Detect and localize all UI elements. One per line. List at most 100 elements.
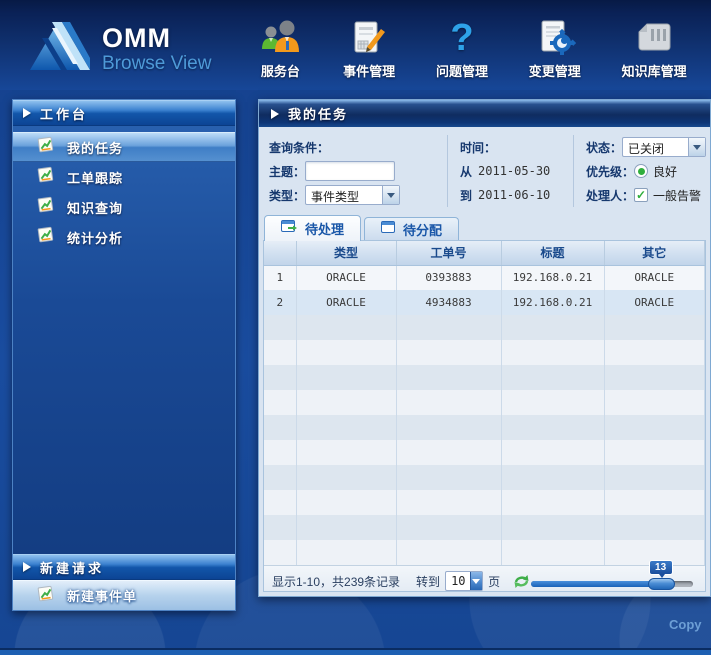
- tab-strip: 待处理 待分配: [259, 213, 710, 240]
- priority-radio[interactable]: [634, 164, 648, 178]
- section-title: 新建请求: [40, 558, 104, 577]
- chevron-down-icon[interactable]: [688, 138, 705, 156]
- tab-label: 待处理: [305, 219, 344, 238]
- workbench-items: 我的任务 工单跟踪 知识查询 统计分析: [13, 126, 235, 252]
- handler-label: 处理人：: [586, 187, 634, 204]
- to-date-value[interactable]: 2011-06-10: [478, 188, 550, 202]
- subject-input[interactable]: [305, 161, 395, 181]
- sidebar-section-new-request[interactable]: 新建请求: [13, 554, 235, 580]
- col-header-title[interactable]: 标题: [501, 241, 604, 265]
- chart-page-icon: [37, 136, 55, 158]
- sidebar-section-workbench[interactable]: 工作台: [13, 100, 235, 126]
- document-pencil-icon: [349, 17, 389, 59]
- arrow-right-icon: [23, 562, 31, 572]
- sidebar-item-statistics[interactable]: 统计分析: [13, 222, 235, 252]
- handler-checkbox[interactable]: ✓: [634, 188, 648, 202]
- chevron-down-icon[interactable]: [382, 186, 399, 204]
- footer-bar: [0, 648, 711, 655]
- tab-pending[interactable]: 待处理: [264, 215, 361, 241]
- tab-unassigned[interactable]: 待分配: [364, 217, 459, 240]
- sidebar-item-order-tracking[interactable]: 工单跟踪: [13, 162, 235, 192]
- book-icon: [633, 17, 675, 59]
- arrow-right-icon: [23, 108, 31, 118]
- goto-label: 转到: [416, 573, 440, 590]
- window-arrow-icon: [281, 220, 298, 237]
- table-empty-row: [264, 365, 705, 390]
- people-icon: [258, 17, 302, 59]
- slider-value-badge: 13: [649, 560, 673, 575]
- brand-subtitle: Browse View: [102, 54, 211, 73]
- from-label: 从: [460, 163, 472, 180]
- nav-item-service-desk[interactable]: 服务台: [258, 17, 302, 84]
- slider-handle[interactable]: [648, 578, 675, 590]
- page-size-select[interactable]: 10: [445, 571, 483, 591]
- col-header-order-no[interactable]: 工单号: [396, 241, 501, 265]
- radio-dot-icon: [638, 168, 645, 175]
- table-row[interactable]: 1 ORACLE 0393883 192.168.0.21 ORACLE: [264, 265, 705, 290]
- nav-label: 知识库管理: [622, 61, 687, 80]
- chart-page-icon: [37, 585, 55, 607]
- record-summary: 显示1-10，共239条记录: [272, 573, 400, 590]
- check-icon: ✓: [636, 189, 646, 201]
- top-header: OMM Browse View 服务台: [0, 0, 711, 90]
- app-logo: OMM Browse View: [28, 20, 211, 77]
- status-label: 状态：: [586, 139, 622, 156]
- table-empty-row: [264, 465, 705, 490]
- status-select[interactable]: 已关闭: [622, 137, 706, 157]
- copyright-text: Copy: [669, 617, 702, 632]
- window-icon: [381, 221, 396, 238]
- nav-item-change-mgmt[interactable]: 变更管理: [529, 17, 581, 84]
- slider-fill: [531, 581, 664, 587]
- table-row[interactable]: 2 ORACLE 4934883 192.168.0.21 ORACLE: [264, 290, 705, 315]
- sidebar: 工作台 我的任务 工单跟踪 知识查询 统计分析: [12, 99, 236, 611]
- chart-page-icon: [37, 226, 55, 248]
- refresh-icon[interactable]: [512, 573, 531, 590]
- from-date-value[interactable]: 2011-05-30: [478, 164, 550, 178]
- table-empty-row: [264, 390, 705, 415]
- nav-item-incident-mgmt[interactable]: 事件管理: [343, 17, 395, 84]
- chart-page-icon: [37, 166, 55, 188]
- handler-value: 一般告警: [653, 187, 701, 204]
- brand-title: OMM: [102, 25, 211, 52]
- tab-content: 类型 工单号 标题 其它 1 ORACLE 0393883 192.168.0.…: [263, 240, 706, 592]
- tab-label: 待分配: [403, 220, 442, 239]
- table-empty-row: [264, 440, 705, 465]
- arrow-right-icon: [271, 109, 279, 119]
- time-label: 时间：: [460, 139, 496, 156]
- table-empty-row: [264, 415, 705, 440]
- section-title: 工作台: [40, 104, 88, 123]
- top-nav: 服务台 事件管理 ? 问题管理: [238, 14, 707, 84]
- page-title: 我的任务: [288, 104, 348, 123]
- sidebar-spacer: [13, 252, 235, 554]
- col-header-type[interactable]: 类型: [296, 241, 396, 265]
- nav-label: 事件管理: [343, 61, 395, 80]
- col-header-other[interactable]: 其它: [604, 241, 705, 265]
- nav-item-knowledge-base[interactable]: 知识库管理: [622, 17, 687, 84]
- sidebar-item-knowledge-query[interactable]: 知识查询: [13, 192, 235, 222]
- sidebar-item-my-tasks[interactable]: 我的任务: [13, 132, 235, 162]
- nav-label: 服务台: [261, 61, 300, 80]
- table-header-row: 类型 工单号 标题 其它: [264, 241, 705, 265]
- page-label: 页: [488, 573, 500, 590]
- table-empty-row: [264, 490, 705, 515]
- main-panel: 我的任务 查询条件： 主题： 类型： 事件类型 时间： 从 2011-05-30: [258, 99, 711, 597]
- sidebar-item-new-incident[interactable]: 新建事件单: [13, 580, 235, 610]
- table-empty-row: [264, 515, 705, 540]
- logo-triangle-icon: [28, 20, 92, 77]
- col-header-index[interactable]: [264, 241, 296, 265]
- table-empty-row: [264, 340, 705, 365]
- document-gear-icon: [534, 17, 576, 59]
- table-empty-row: [264, 540, 705, 565]
- type-select[interactable]: 事件类型: [305, 185, 400, 205]
- subject-label: 主题：: [269, 163, 305, 180]
- query-section-label: 查询条件：: [269, 139, 329, 156]
- chart-page-icon: [37, 196, 55, 218]
- page-slider[interactable]: 13: [531, 568, 693, 592]
- nav-label: 变更管理: [529, 61, 581, 80]
- nav-item-problem-mgmt[interactable]: ? 问题管理: [436, 17, 488, 84]
- question-icon: ?: [450, 17, 473, 59]
- to-label: 到: [460, 187, 472, 204]
- query-area: 查询条件： 主题： 类型： 事件类型 时间： 从 2011-05-30 到 2: [259, 127, 710, 213]
- chevron-down-icon[interactable]: [470, 572, 483, 590]
- priority-value: 良好: [653, 163, 677, 180]
